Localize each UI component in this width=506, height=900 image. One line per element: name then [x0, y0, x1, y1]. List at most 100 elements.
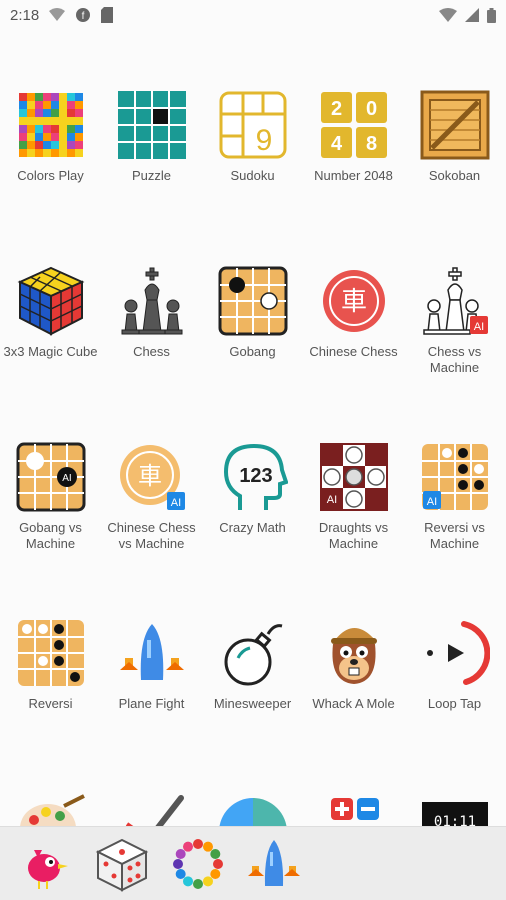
gobang-ai-icon: AI — [16, 442, 85, 512]
bomb-icon — [224, 624, 282, 686]
status-bar: 2:18 f — [0, 0, 506, 30]
gobang-board-icon — [218, 266, 287, 336]
game-label: Chinese Chess — [309, 344, 398, 359]
game-label: Sokoban — [428, 168, 481, 183]
reversi-ai-icon: AI — [421, 444, 488, 510]
game-gobang[interactable]: Gobang — [202, 266, 303, 360]
math-text: 123 — [239, 465, 272, 487]
chess-ai-icon: AI — [422, 267, 488, 335]
game-label: Gobang — [229, 344, 276, 359]
game-plus-minus[interactable] — [303, 794, 404, 826]
game-plane-fight[interactable]: Plane Fight — [101, 618, 202, 712]
sudoku-digit: 9 — [255, 124, 272, 157]
game-label: 3x3 Magic Cube — [3, 344, 98, 359]
svg-text:f: f — [82, 11, 85, 22]
wifi-icon — [49, 8, 66, 21]
piece-char: 車 — [340, 287, 366, 317]
plus-minus-icon — [330, 798, 379, 820]
game-chinese-chess[interactable]: 車 Chinese Chess — [303, 266, 404, 360]
sudoku-icon: 9 — [219, 91, 286, 159]
game-whack-a-mole[interactable]: Whack A Mole — [303, 618, 404, 712]
status-left: 2:18 f — [10, 6, 114, 24]
game-minesweeper[interactable]: Minesweeper — [202, 618, 303, 712]
tile-digit: 4 — [330, 133, 342, 155]
game-label: Plane Fight — [118, 696, 185, 711]
tile-digit: 0 — [365, 98, 376, 120]
crate-icon — [420, 90, 489, 160]
game-sokoban[interactable]: Sokoban — [404, 90, 505, 184]
game-number-2048[interactable]: 2 0 4 8 Number 2048 — [303, 90, 404, 184]
game-draw[interactable] — [101, 794, 202, 826]
number-2048-icon: 2 0 4 8 — [320, 92, 387, 158]
pencil-draw-icon — [125, 795, 184, 826]
game-label: Chess vs Machine — [427, 344, 482, 375]
game-reversi[interactable]: Reversi — [0, 618, 101, 712]
game-paint[interactable] — [0, 794, 101, 826]
ai-badge-text: AI — [426, 496, 436, 508]
ai-badge-text: AI — [170, 497, 180, 509]
draughts-ai-icon: AI — [319, 443, 388, 511]
game-label: Chinese Chess vs Machine — [107, 520, 196, 551]
tile-digit: 8 — [365, 133, 376, 155]
game-magic-cube[interactable]: 3x3 Magic Cube — [0, 266, 101, 360]
chinese-chess-piece-icon: 車 — [322, 270, 385, 332]
ai-badge-text: AI — [326, 494, 336, 506]
game-label: Colors Play — [17, 168, 84, 183]
bottom-bar — [0, 826, 506, 900]
status-right — [439, 7, 496, 23]
chess-pieces-icon — [121, 267, 182, 335]
game-puzzle[interactable]: Puzzle — [101, 90, 202, 184]
game-chess-vs-machine[interactable]: AI Chess vs Machine — [404, 266, 505, 376]
ai-badge-text: AI — [62, 473, 71, 484]
game-chinese-chess-vs-machine[interactable]: 車 AI Chinese Chess vs Machine — [101, 442, 202, 552]
timer-text: 01:11 — [433, 814, 475, 826]
game-gobang-vs-machine[interactable]: AI Gobang vs Machine — [0, 442, 101, 552]
game-color-wheel[interactable] — [202, 794, 303, 826]
digital-timer-icon: 01:11 — [421, 802, 488, 826]
head-123-icon: 123 — [223, 443, 288, 510]
game-label: Sudoku — [230, 168, 275, 183]
game-reversi-vs-machine[interactable]: AI Reversi vs Machine — [404, 442, 505, 552]
dice-icon[interactable] — [94, 836, 150, 892]
color-wheel-icon — [219, 798, 286, 826]
piece-char: 車 — [138, 462, 162, 490]
game-timer[interactable]: 01:11 — [404, 794, 505, 826]
sim-card-icon — [101, 7, 114, 23]
game-label: Draughts vs Machine — [318, 520, 389, 551]
game-label: Puzzle — [131, 168, 172, 183]
reversi-board-icon — [17, 620, 84, 686]
rainbow-ring-icon[interactable] — [170, 836, 226, 892]
game-sudoku[interactable]: 9 Sudoku — [202, 90, 303, 184]
colors-grid-icon — [18, 93, 83, 157]
game-colors-play[interactable]: Colors Play — [0, 90, 101, 184]
mole-icon — [330, 628, 377, 684]
game-loop-tap[interactable]: Loop Tap — [404, 618, 505, 712]
rocket-plane-icon — [119, 624, 184, 680]
game-label: Whack A Mole — [312, 696, 395, 711]
game-grid: Colors Play Puzzle 9 Sudoku 2 0 4 8 Numb… — [0, 60, 506, 826]
game-chess[interactable]: Chess — [101, 266, 202, 360]
battery-icon — [487, 7, 496, 23]
browser-icon: f — [76, 8, 91, 22]
game-label: Crazy Math — [219, 520, 286, 535]
game-draughts-vs-machine[interactable]: AI Draughts vs Machine — [303, 442, 404, 552]
pink-bird-icon[interactable] — [18, 836, 74, 892]
status-time: 2:18 — [10, 6, 40, 24]
paint-palette-icon — [19, 794, 85, 826]
game-label: Minesweeper — [213, 696, 292, 711]
ai-badge-text: AI — [473, 321, 483, 333]
game-label: Loop Tap — [427, 696, 482, 711]
game-label: Chess — [133, 344, 170, 359]
rubiks-cube-icon — [17, 266, 84, 336]
cell-signal-icon — [465, 8, 479, 22]
wifi-signal-icon — [439, 8, 457, 22]
game-label: Reversi — [28, 696, 73, 711]
chinese-chess-ai-icon: 車 AI — [119, 445, 185, 510]
puzzle-grid-icon — [117, 91, 186, 159]
game-label: Gobang vs Machine — [19, 520, 82, 551]
loop-tap-icon — [426, 621, 490, 685]
game-label: Reversi vs Machine — [424, 520, 485, 551]
rocket-plane-icon[interactable] — [246, 836, 302, 892]
game-crazy-math[interactable]: 123 Crazy Math — [202, 442, 303, 536]
tile-digit: 2 — [330, 98, 341, 120]
